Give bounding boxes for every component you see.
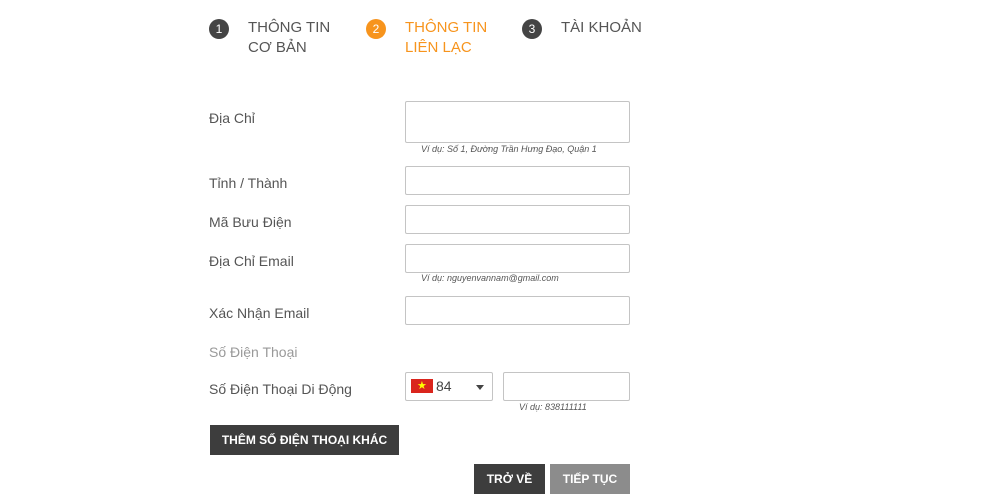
email-field[interactable] (405, 244, 630, 273)
email-hint: Ví dụ: nguyenvannam@gmail.com (421, 273, 559, 283)
chevron-down-icon (476, 385, 484, 390)
back-button[interactable]: TRỞ VỀ (474, 464, 545, 494)
add-phone-button[interactable]: THÊM SỐ ĐIỆN THOẠI KHÁC (210, 425, 399, 455)
phone-section-label: Số Điện Thoại (209, 344, 298, 360)
address-label: Địa Chỉ (209, 110, 255, 126)
step-contact-info: 2 THÔNG TIN LIÊN LẠC (366, 18, 487, 58)
step-1-label-line2: CƠ BẢN (248, 39, 307, 56)
email-label: Địa Chỉ Email (209, 253, 294, 269)
postal-code-label: Mã Bưu Điện (209, 214, 292, 230)
mobile-phone-hint: Ví dụ: 838111111 (519, 402, 587, 412)
confirm-email-field[interactable] (405, 296, 630, 325)
country-code-select[interactable]: ★ 84 (405, 372, 493, 401)
address-hint: Ví dụ: Số 1, Đường Trần Hưng Đạo, Quận 1 (421, 144, 597, 154)
step-basic-info: 1 THÔNG TIN CƠ BẢN (209, 18, 330, 58)
country-code-value: 84 (436, 378, 452, 394)
confirm-email-label: Xác Nhận Email (209, 305, 310, 321)
province-field[interactable] (405, 166, 630, 195)
mobile-phone-field[interactable] (503, 372, 630, 401)
address-field[interactable] (405, 101, 630, 143)
step-account: 3 TÀI KHOẢN (522, 18, 642, 39)
province-label: Tỉnh / Thành (209, 175, 288, 191)
step-3-label: TÀI KHOẢN (561, 18, 642, 38)
step-2-label: THÔNG TIN LIÊN LẠC (405, 18, 487, 58)
step-1-label-line1: THÔNG TIN (248, 19, 331, 36)
step-3-number: 3 (522, 19, 542, 39)
vietnam-flag-icon: ★ (411, 379, 433, 393)
progress-steps: 1 THÔNG TIN CƠ BẢN 2 THÔNG TIN LIÊN LẠC … (209, 18, 649, 68)
step-1-label: THÔNG TIN CƠ BẢN (248, 18, 330, 58)
step-3-label-line1: TÀI KHOẢN (561, 19, 642, 36)
step-2-label-line1: THÔNG TIN (405, 19, 488, 36)
next-button[interactable]: TIẾP TỤC (550, 464, 630, 494)
postal-code-field[interactable] (405, 205, 630, 234)
step-1-number: 1 (209, 19, 229, 39)
step-2-number: 2 (366, 19, 386, 39)
step-2-label-line2: LIÊN LẠC (405, 39, 472, 56)
mobile-phone-label: Số Điện Thoại Di Động (209, 381, 352, 397)
